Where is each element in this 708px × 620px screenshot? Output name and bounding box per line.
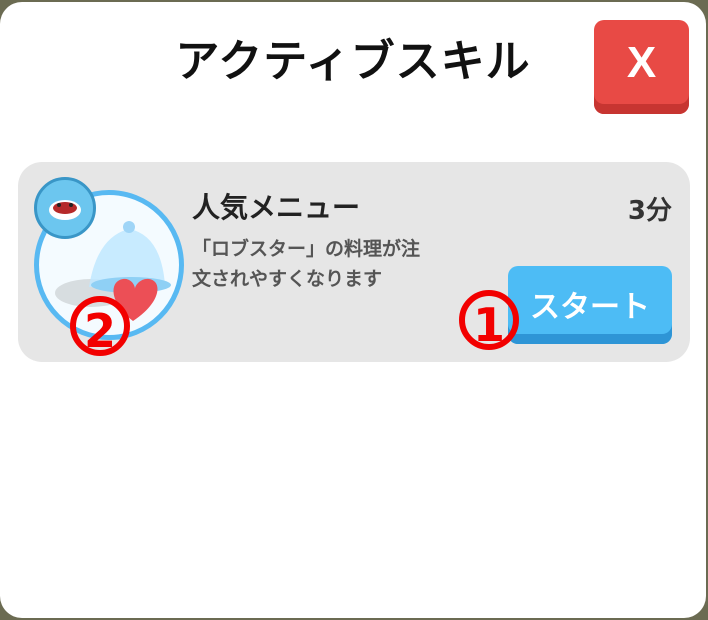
marker-2-label: 2	[83, 304, 116, 358]
close-label: X	[626, 38, 657, 87]
close-button[interactable]: X	[594, 20, 689, 114]
skill-description: 「ロブスター」の料理が注文されやすくなります	[192, 238, 421, 290]
active-skill-dialog: アクティブスキル X 人気メニュー 「ロブスター」の料理が注文されやすくなります…	[0, 2, 706, 618]
start-button[interactable]: スタート	[508, 266, 672, 344]
skill-name: 人気メニュー	[192, 191, 361, 224]
lobster-badge-icon	[34, 177, 96, 239]
marker-1-label: 1	[472, 298, 505, 352]
annotation-marker-1: 1	[459, 290, 519, 352]
skill-duration: 3分	[627, 196, 672, 226]
annotation-marker-2: 2	[70, 296, 130, 358]
start-label: スタート	[530, 290, 650, 325]
